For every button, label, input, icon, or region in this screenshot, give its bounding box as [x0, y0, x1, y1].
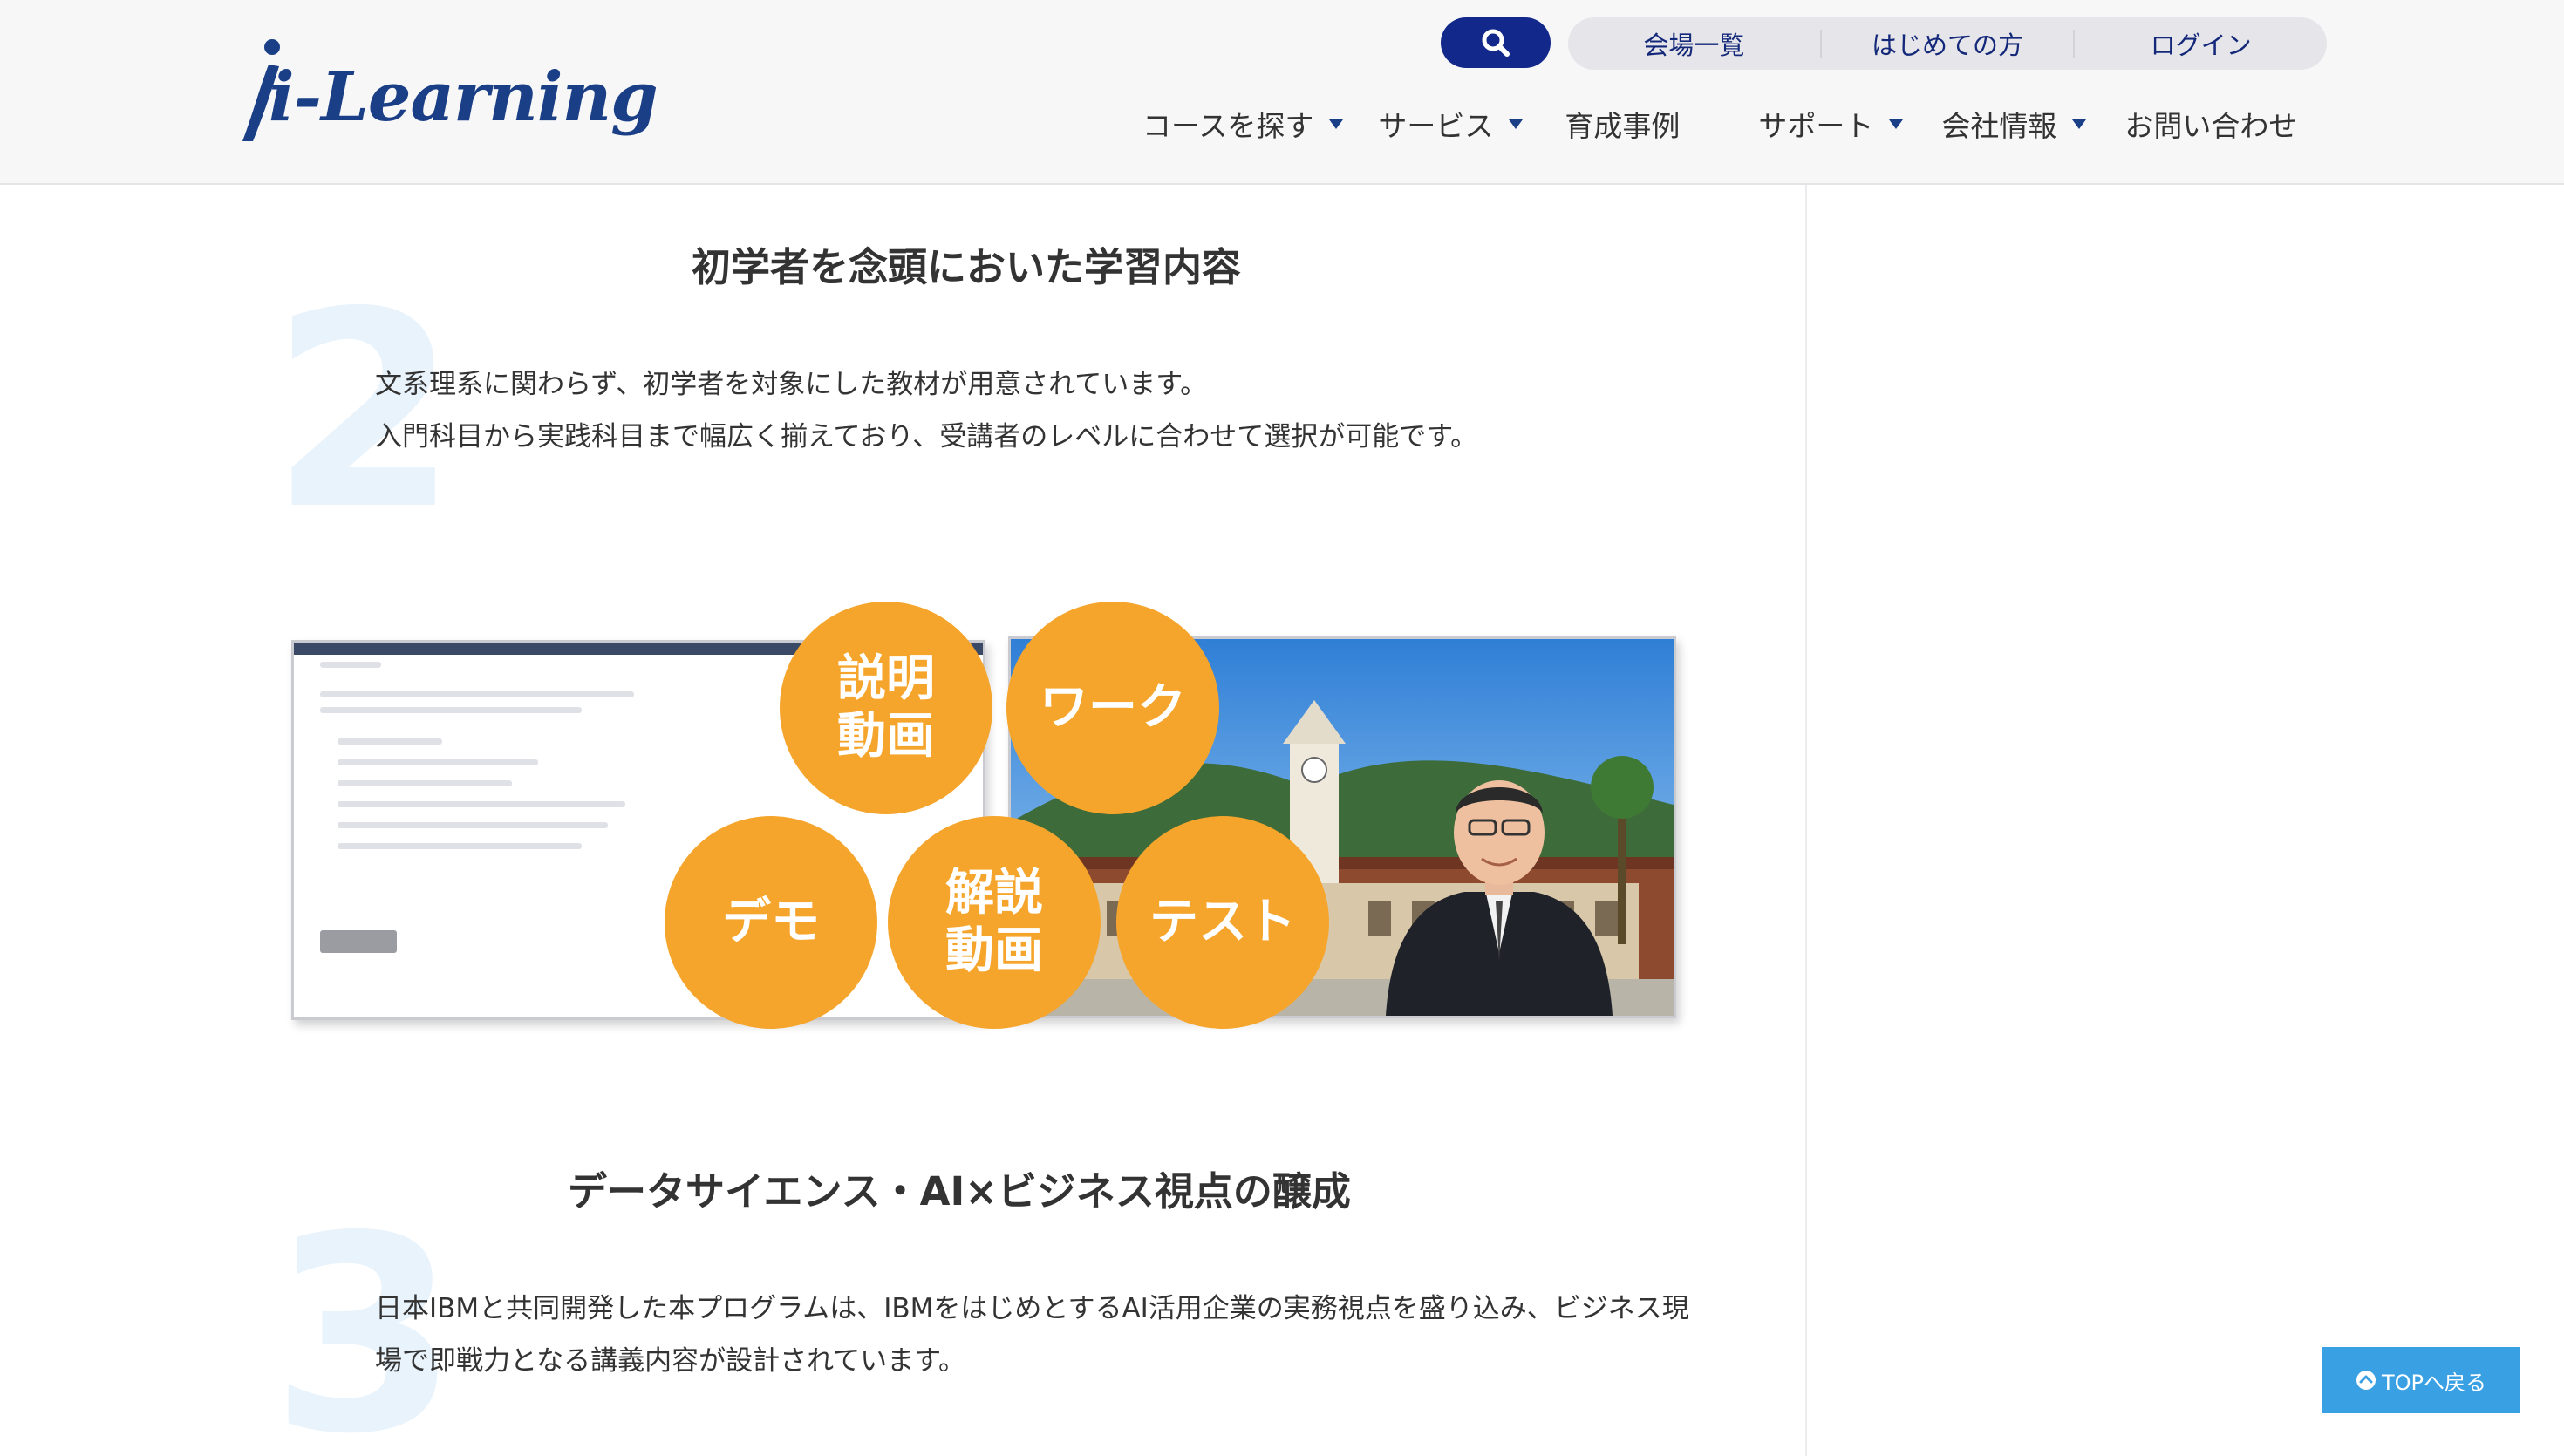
back-to-top-label: TOPへ戻る — [2381, 1370, 2487, 1395]
nav-item-support[interactable]: サポート — [1758, 103, 1904, 145]
main-nav: コースを探す サービス 育成事例 サポート 会社情報 お問い合わせ — [1142, 98, 2297, 150]
utility-links: 会場一覧 はじめての方 ログイン — [1568, 17, 2327, 70]
nav-item-label: コースを探す — [1142, 109, 1314, 143]
section-body-line: 文系理系に関わらず、初学者を対象にした教材が用意されています。 — [375, 369, 1208, 400]
nav-item-find-course[interactable]: コースを探す — [1142, 103, 1344, 145]
nav-item-label: 育成事例 — [1565, 109, 1681, 143]
nav-item-label: 会社情報 — [1941, 109, 2057, 143]
section-body-line: 場で即戦力となる講義内容が設計されています。 — [375, 1345, 966, 1377]
logo-text: i-Learning — [269, 58, 658, 137]
utility-link-venues[interactable]: 会場一覧 — [1568, 17, 1820, 70]
caret-down-icon — [2072, 119, 2087, 129]
nav-item-contact[interactable]: お問い合わせ — [2124, 103, 2297, 145]
feature-circle-demo: デモ — [665, 816, 877, 1029]
section-title: 初学者を念頭においた学習内容 — [692, 244, 1242, 290]
caret-down-icon — [1329, 119, 1344, 129]
feature-circle-explanation-video: 説明 動画 — [780, 602, 992, 814]
nav-item-case-studies[interactable]: 育成事例 — [1565, 103, 1680, 145]
section-body-line: 日本IBMと共同開発した本プログラムは、IBMをはじめとするAI活用企業の実務視… — [375, 1293, 1689, 1324]
feature-circle-commentary-video: 解説 動画 — [888, 816, 1101, 1029]
utility-link-first-time[interactable]: はじめての方 — [1822, 17, 2074, 70]
page: i-Learning 会場一覧 はじめての方 ログイン コースを探す サービス — [0, 0, 2564, 1456]
feature-circle-work: ワーク — [1006, 602, 1219, 814]
feature-circle-test: テスト — [1116, 816, 1329, 1029]
nav-item-services[interactable]: サービス — [1378, 103, 1524, 145]
sidebar-divider — [1805, 185, 1807, 1456]
site-header: i-Learning 会場一覧 はじめての方 ログイン コースを探す サービス — [0, 0, 2564, 185]
utility-link-login[interactable]: ログイン — [2075, 17, 2327, 70]
arrow-up-circle-icon — [2356, 1371, 2376, 1390]
section-title: データサイエンス・AI×ビジネス視点の醸成 — [568, 1168, 1351, 1214]
back-to-top-button[interactable]: TOPへ戻る — [2322, 1347, 2520, 1413]
section-body: 文系理系に関わらず、初学者を対象にした教材が用意されています。 入門科目から実践… — [375, 358, 1477, 463]
nav-item-label: お問い合わせ — [2124, 109, 2298, 143]
nav-item-company[interactable]: 会社情報 — [1941, 103, 2087, 145]
learning-illustration: 説明 動画 ワーク デモ 解説 動画 テスト — [288, 602, 1701, 1029]
search-button[interactable] — [1441, 17, 1551, 68]
nav-item-label: サービス — [1378, 109, 1494, 143]
caret-down-icon — [1509, 119, 1524, 129]
section-body: 日本IBMと共同開発した本プログラムは、IBMをはじめとするAI活用企業の実務視… — [375, 1283, 1689, 1387]
caret-down-icon — [1889, 119, 1904, 129]
logo[interactable]: i-Learning — [234, 35, 658, 148]
search-icon — [1482, 29, 1510, 57]
nav-item-label: サポート — [1758, 109, 1874, 143]
section-body-line: 入門科目から実践科目まで幅広く揃えており、受講者のレベルに合わせて選択が可能です… — [375, 421, 1478, 452]
